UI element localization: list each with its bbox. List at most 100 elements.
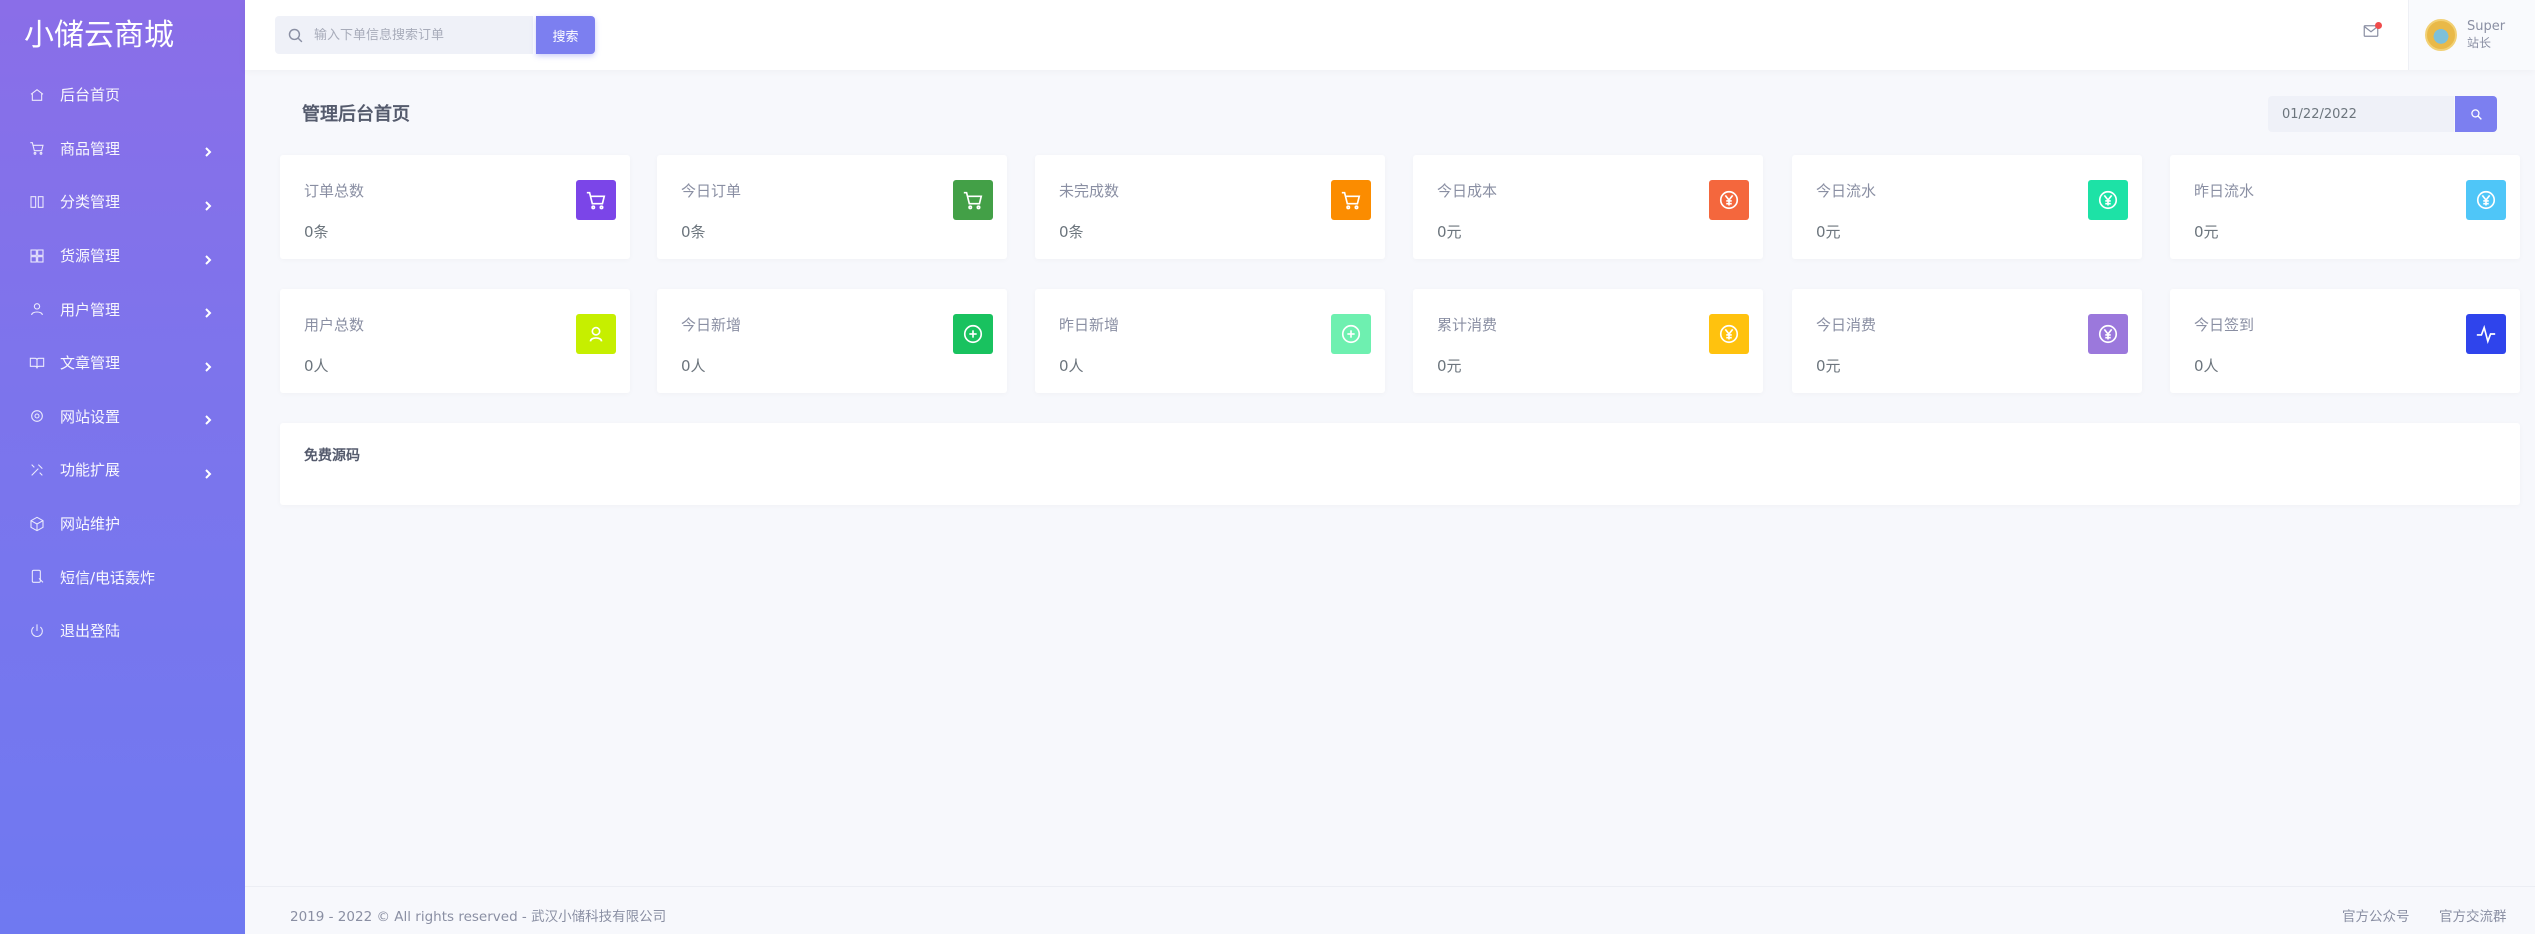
sidebar-item[interactable]: 用户管理 [0,282,245,336]
chevron-right-icon [203,304,213,318]
free-source-panel: 免费源码 [280,423,2520,505]
plus-circle-icon [953,314,993,354]
sidebar-item[interactable]: 网站维护 [0,497,245,551]
search-icon [288,28,303,42]
stat-value: 0元 [1816,357,1841,375]
stat-card: 订单总数 0条 [280,155,630,259]
stat-value: 0人 [304,357,329,375]
stat-card: 昨日流水 0元 [2170,155,2520,259]
stat-value: 0条 [681,223,706,241]
sidebar-item[interactable]: 后台首页 [0,68,245,122]
yen-icon [2466,180,2506,220]
sidebar-item-label: 短信/电话轰炸 [60,568,156,587]
stat-label: 今日消费 [1816,316,1877,334]
stat-card: 累计消费 0元 [1413,289,1763,393]
sidebar-item-label: 分类管理 [60,193,121,212]
user-icon [576,314,616,354]
stat-value: 0元 [2194,223,2219,241]
sidebar: 小储云商城 后台首页商品管理分类管理货源管理用户管理文章管理网站设置功能扩展网站… [0,0,245,934]
sidebar-item-label: 网站设置 [60,407,121,426]
stat-label: 今日签到 [2194,316,2255,334]
plus-circle-icon [1331,314,1371,354]
sidebar-nav: 后台首页商品管理分类管理货源管理用户管理文章管理网站设置功能扩展网站维护短信/电… [0,68,245,658]
stat-label: 用户总数 [304,316,365,334]
cart-icon [953,180,993,220]
search-icon [2470,108,2482,120]
sidebar-item-label: 后台首页 [60,86,121,105]
search-input[interactable] [314,27,514,43]
columns-icon [28,193,46,211]
sidebar-item[interactable]: 功能扩展 [0,443,245,497]
sidebar-item[interactable]: 文章管理 [0,336,245,390]
official-account-link[interactable]: 官方公众号 [2342,905,2410,925]
stat-card: 今日成本 0元 [1413,155,1763,259]
yen-icon [1709,314,1749,354]
page-title: 管理后台首页 [302,104,410,125]
yen-icon [1709,180,1749,220]
sidebar-item-label: 货源管理 [60,247,121,266]
box-icon [28,515,46,533]
sidebar-item[interactable]: 短信/电话轰炸 [0,550,245,604]
stat-card: 今日订单 0条 [657,155,1007,259]
home-icon [28,86,46,104]
sidebar-item[interactable]: 分类管理 [0,175,245,229]
stat-card: 今日新增 0人 [657,289,1007,393]
stat-value: 0条 [304,223,329,241]
stat-label: 累计消费 [1437,316,1498,334]
topbar: 搜索 Super 站长 [245,0,2535,70]
stat-label: 昨日流水 [2194,182,2255,200]
tools-icon [28,461,46,479]
copyright-text: 2019 - 2022 © All rights reserved - 武汉小储… [290,909,667,925]
cart-icon [1331,180,1371,220]
grid-icon [28,247,46,265]
user-menu[interactable]: Super 站长 [2408,0,2535,70]
sidebar-item[interactable]: 网站设置 [0,390,245,444]
stat-value: 0人 [2194,357,2219,375]
chevron-right-icon [203,358,213,372]
stat-value: 0条 [1059,223,1084,241]
sidebar-item[interactable]: 商品管理 [0,122,245,176]
panel-title: 免费源码 [304,448,360,464]
notification-dot [2375,22,2382,29]
stat-value: 0人 [681,357,706,375]
stat-value: 0元 [1816,223,1841,241]
stat-label: 今日新增 [681,316,742,334]
sidebar-item-label: 网站维护 [60,515,121,534]
book-icon [28,354,46,372]
stat-label: 订单总数 [304,182,365,200]
date-search-button[interactable] [2455,96,2497,132]
date-input[interactable]: 01/22/2022 [2268,96,2454,132]
cart-icon [28,139,46,157]
stat-label: 未完成数 [1059,182,1120,200]
message-button[interactable] [2362,22,2382,42]
chevron-right-icon [203,143,213,158]
sidebar-item[interactable]: 退出登陆 [0,604,245,658]
sidebar-item-label: 退出登陆 [60,622,121,641]
power-icon [28,622,46,640]
user-role: 站长 [2467,36,2492,50]
stat-card: 昨日新增 0人 [1035,289,1385,393]
stat-value: 0元 [1437,357,1462,375]
sidebar-item-label: 文章管理 [60,354,121,373]
sidebar-item[interactable]: 货源管理 [0,229,245,283]
stat-card: 今日消费 0元 [1792,289,2142,393]
official-group-link[interactable]: 官方交流群 [2439,905,2507,925]
stat-value: 0人 [1059,357,1084,375]
sidebar-item-label: 用户管理 [60,300,121,319]
stat-card: 用户总数 0人 [280,289,630,393]
stat-card: 今日流水 0元 [1792,155,2142,259]
search-button[interactable]: 搜索 [536,16,595,54]
stat-label: 今日订单 [681,182,742,200]
chevron-right-icon [203,411,213,426]
stat-label: 今日成本 [1437,182,1498,200]
sidebar-item-label: 功能扩展 [60,461,121,480]
chevron-right-icon [203,465,213,479]
user-icon [28,300,46,318]
stat-value: 0元 [1437,223,1462,241]
search-field[interactable] [275,16,533,54]
brand-logo[interactable]: 小储云商城 [0,0,245,64]
stat-card: 未完成数 0条 [1035,155,1385,259]
footer: 2019 - 2022 © All rights reserved - 武汉小储… [245,886,2535,934]
avatar[interactable] [2425,19,2457,51]
yen-icon [2088,180,2128,220]
